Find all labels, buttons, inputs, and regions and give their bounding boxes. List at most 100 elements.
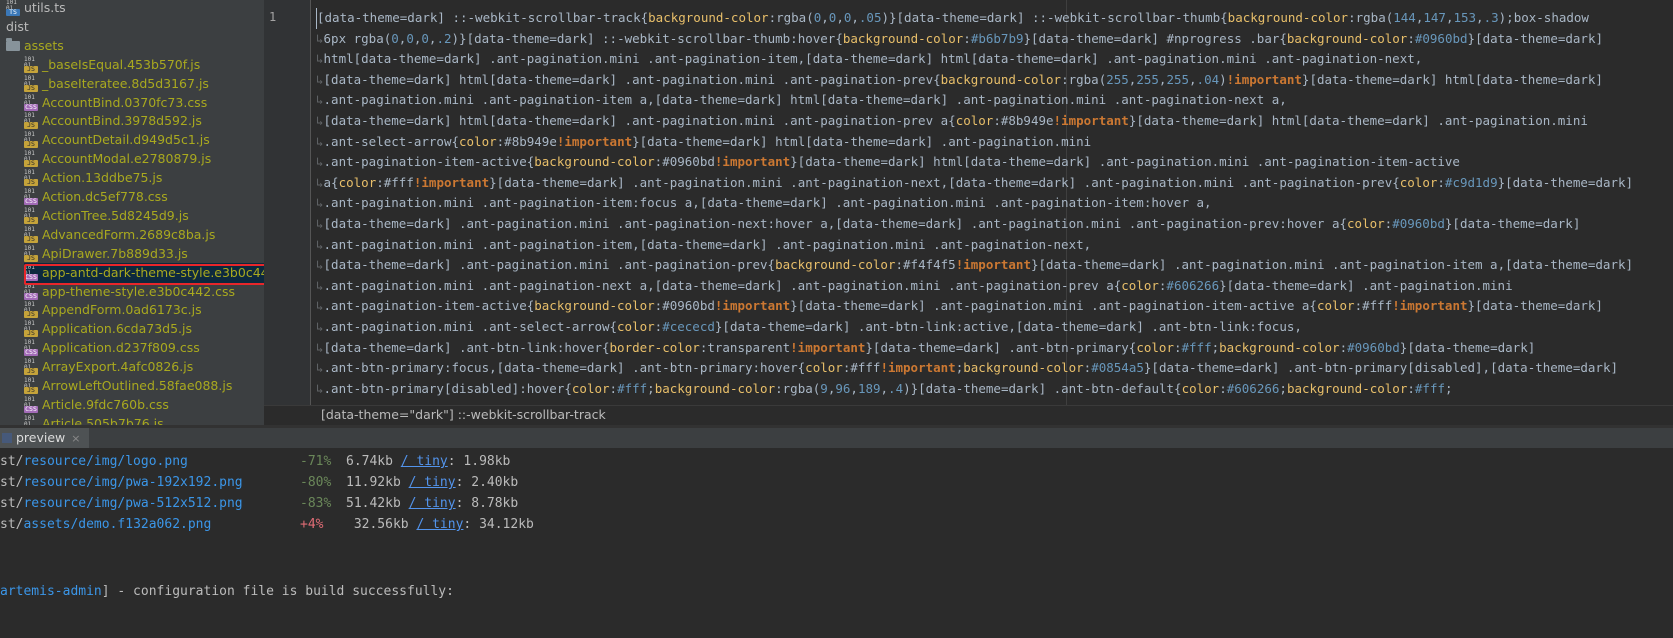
tree-file[interactable]: 10101JS AdvancedForm.2689c8ba.js [24,225,274,245]
tree-file[interactable]: 10101CSS AccountBind.0370fc73.css [24,93,274,113]
code-line[interactable]: ↳[data-theme=dark] .ant-btn-link:hover{b… [316,340,1535,355]
build-message: artemis-admin] - configuration file is b… [0,582,454,602]
editor-breadcrumb[interactable]: [data-theme="dark"] ::-webkit-scrollbar-… [264,405,1673,426]
tiny-link[interactable]: / tiny [401,454,448,469]
tree-file[interactable]: 10101TS utils.ts [6,0,256,18]
size-before: 11.92kb [346,475,409,490]
tab-preview[interactable]: preview × [0,428,89,448]
code-line[interactable]: ↳.ant-btn-primary[disabled]:hover{color:… [316,381,1453,396]
tree-file[interactable]: 10101JS ActionTree.5d8245d9.js [24,206,274,226]
project-tree[interactable]: 10101TS utils.ts dist assets 10101JS _baseIsE… [0,0,280,455]
compression-percent: +4% [300,517,324,532]
tree-file[interactable]: 10101JS AppendForm.0ad6173c.js [24,300,274,320]
code-line[interactable]: ↳.ant-pagination.mini .ant-pagination-it… [316,92,1287,107]
code-line[interactable]: ↳.ant-pagination.mini .ant-pagination-ne… [316,278,1513,293]
code-line[interactable]: ↳.ant-pagination.mini .ant-pagination-it… [316,195,1212,210]
run-tool-window-header: preview × [0,428,1673,448]
close-icon[interactable]: × [71,432,80,445]
path-prefix: st/ [0,475,24,490]
js-file-icon: 10101JS [24,359,38,376]
code-editor[interactable]: ​[data-theme=dark] ::-webkit-scrollbar-t… [311,0,1673,405]
js-file-icon: 10101JS [24,245,38,262]
css-file-icon: 10101CSS [24,395,38,413]
tree-item-label: ArrowLeftOutlined.58fae088.js [42,378,233,393]
tree-item-label: _baseIteratee.8d5d3167.js [42,75,209,91]
tree-item-label: Application.6cda73d5.js [42,321,192,337]
code-line[interactable]: ↳[data-theme=dark] .ant-pagination.mini … [316,257,1633,272]
tree-file[interactable]: 10101JS ArrowLeftOutlined.58fae088.js [24,376,274,396]
size-before: 32.56kb [346,517,417,532]
build-message-text: ] - configuration file is build successf… [101,584,454,599]
tree-file[interactable]: 10101JS AccountModal.e2780879.js [24,149,274,169]
compression-percent: -71% [300,454,332,469]
tree-item-label: Article.9fdc760b.css [42,396,169,412]
line-number: 1 [269,10,277,24]
size-info: 6.74kb / tiny: 1.98kb [346,452,510,472]
code-line[interactable]: ↳[data-theme=dark] html[data-theme=dark]… [316,72,1603,87]
code-line[interactable]: ↳.ant-pagination-item-active{background-… [316,154,1460,169]
path-file: pwa-512x512.png [125,496,243,511]
path-dir: resource/img/ [23,475,126,490]
tiny-link[interactable]: / tiny [409,475,456,490]
ts-file-icon: 10101TS [6,0,20,16]
tree-file[interactable]: 10101JS ArrayExport.4afc0826.js [24,357,274,377]
breadcrumb-selector[interactable]: [data-theme="dark"] ::-webkit-scrollbar-… [321,407,606,422]
folder-icon [6,37,20,51]
tree-file[interactable]: 10101JS _baseIteratee.8d5d3167.js [24,74,274,94]
path-prefix: st/ [0,454,24,469]
tree-item-label: ActionTree.5d8245d9.js [42,207,189,223]
code-content[interactable]: ​[data-theme=dark] ::-webkit-scrollbar-t… [316,8,1633,399]
path-prefix: st/ [0,496,24,511]
js-file-icon: 10101JS [24,151,38,168]
tree-file[interactable]: 10101JS AccountDetail.d949d5c1.js [24,130,274,150]
tree-file[interactable]: dist [6,17,256,37]
highlight-box [24,264,286,285]
tiny-link[interactable]: / tiny [416,517,463,532]
tree-file[interactable]: 10101JS ApiDrawer.7b889d33.js [24,244,274,264]
code-line[interactable]: ​[data-theme=dark] ::-webkit-scrollbar-t… [316,8,1589,29]
tree-file[interactable]: 10101CSS Action.dc5ef778.css [24,187,274,207]
code-line[interactable]: ↳.ant-pagination.mini .ant-select-arrow{… [316,319,1302,334]
run-console[interactable]: artemis-admin] - configuration file is b… [0,448,1673,638]
code-line[interactable]: ↳.ant-pagination.mini .ant-pagination-it… [316,237,1091,252]
code-line[interactable]: ↳[data-theme=dark] .ant-pagination.mini … [316,216,1580,231]
tree-item-label: AccountBind.0370fc73.css [42,94,208,110]
path-dir: assets/ [23,517,79,532]
tree-item-label: Action.13ddbe75.js [42,170,163,186]
tree-item-label: ArrayExport.4afc0826.js [42,359,194,375]
tree-file[interactable]: 10101JS AccountBind.3978d592.js [24,111,274,131]
compression-percent: -83% [300,496,332,511]
tree-item-label: assets [24,37,64,53]
code-line[interactable]: ↳6px rgba(0,0,0,.2)}[data-theme=dark] ::… [316,31,1603,46]
js-file-icon: 10101JS [24,207,38,224]
js-file-icon: 10101JS [24,113,38,130]
code-line[interactable]: ↳html[data-theme=dark] .ant-pagination.m… [316,51,1422,66]
code-line[interactable]: ↳[data-theme=dark] html[data-theme=dark]… [316,113,1588,128]
tree-folder[interactable]: assets [6,36,256,56]
tiny-link[interactable]: / tiny [409,496,456,511]
size-before: 51.42kb [346,496,409,511]
size-after: : 2.40kb [455,475,519,490]
js-file-icon: 10101JS [24,75,38,92]
code-line[interactable]: ↳.ant-btn-primary:focus,[data-theme=dark… [316,360,1618,375]
js-file-icon: 10101JS [24,56,38,73]
tree-item-label: utils.ts [24,0,66,15]
path-prefix: st/ [0,517,24,532]
path-file: logo.png [125,454,188,469]
path-dir: resource/img/ [23,496,126,511]
tree-item-label: AccountDetail.d949d5c1.js [42,132,210,148]
code-line[interactable]: ↳.ant-pagination-item-active{background-… [316,298,1603,313]
path-dir: resource/img/ [23,454,126,469]
code-line[interactable]: ↳a{color:#fff!important}[data-theme=dark… [316,175,1633,190]
console-line: st/resource/img/pwa-192x192.png -80% 11.92… [0,473,600,493]
tree-file[interactable]: 10101JS Application.6cda73d5.js [24,319,274,339]
tree-file[interactable]: 10101CSS Application.d237f809.css [24,338,274,358]
tree-file[interactable]: 10101JS _baseIsEqual.453b570f.js [24,55,274,75]
css-file-icon: 10101CSS [24,339,38,357]
css-file-icon: 10101CSS [24,188,38,205]
tree-file[interactable]: 10101CSS Article.9fdc760b.css [24,395,274,415]
code-line[interactable]: ↳.ant-select-arrow{color:#8b949e!importa… [316,134,1091,149]
compression-percent: -80% [300,475,332,490]
tree-file[interactable]: 10101JS Action.13ddbe75.js [24,168,274,188]
console-line: st/assets/demo.f132a062.png +4% 32.56kb /… [0,515,600,535]
